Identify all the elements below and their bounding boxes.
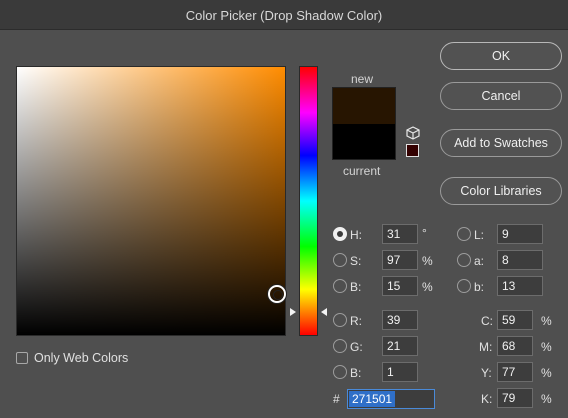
green-input[interactable]: 21 <box>382 336 418 356</box>
hue-slider[interactable] <box>299 66 318 336</box>
brightness-input[interactable]: 15 <box>382 276 418 296</box>
hue-input[interactable]: 31 <box>382 224 418 244</box>
only-web-colors-label[interactable]: Only Web Colors <box>34 351 128 365</box>
black-label: K: <box>481 392 493 406</box>
brightness-radio[interactable] <box>333 279 347 293</box>
lab-a-radio[interactable] <box>457 253 471 267</box>
cancel-button[interactable]: Cancel <box>440 82 562 110</box>
hue-slider-right-handle[interactable] <box>321 308 327 316</box>
hue-unit: ° <box>422 226 427 240</box>
current-color-swatch[interactable] <box>332 124 396 160</box>
saturation-radio[interactable] <box>333 253 347 267</box>
websafe-color-swatch[interactable] <box>406 144 419 157</box>
magenta-label: M: <box>479 340 493 354</box>
color-libraries-button[interactable]: Color Libraries <box>440 177 562 205</box>
blue-label: B: <box>350 366 362 380</box>
hex-label: # <box>333 392 340 406</box>
window-title: Color Picker (Drop Shadow Color) <box>185 8 383 23</box>
cyan-label: C: <box>481 314 493 328</box>
lab-a-label: a: <box>474 254 485 268</box>
lab-b-input[interactable]: 13 <box>497 276 543 296</box>
new-color-swatch <box>332 87 396 124</box>
color-field[interactable] <box>16 66 286 336</box>
yellow-input[interactable]: 77 <box>497 362 533 382</box>
hue-radio[interactable] <box>333 227 347 241</box>
lightness-input[interactable]: 9 <box>497 224 543 244</box>
brightness-unit: % <box>422 280 433 294</box>
saturation-unit: % <box>422 254 433 268</box>
current-label: current <box>343 164 381 178</box>
saturation-input[interactable]: 97 <box>382 250 418 270</box>
add-to-swatches-button[interactable]: Add to Swatches <box>440 129 562 157</box>
title-bar: Color Picker (Drop Shadow Color) <box>0 0 568 30</box>
lightness-radio[interactable] <box>457 227 471 241</box>
cyan-input[interactable]: 59 <box>497 310 533 330</box>
red-label: R: <box>350 314 362 328</box>
yellow-unit: % <box>541 366 552 380</box>
green-radio[interactable] <box>333 339 347 353</box>
only-web-colors-checkbox[interactable] <box>16 352 28 364</box>
ok-button[interactable]: OK <box>440 42 562 70</box>
cube-icon[interactable] <box>406 126 420 140</box>
red-input[interactable]: 39 <box>382 310 418 330</box>
red-radio[interactable] <box>333 313 347 327</box>
yellow-label: Y: <box>481 366 492 380</box>
color-field-marker[interactable] <box>268 285 286 303</box>
black-unit: % <box>541 392 552 406</box>
cyan-unit: % <box>541 314 552 328</box>
magenta-unit: % <box>541 340 552 354</box>
magenta-input[interactable]: 68 <box>497 336 533 356</box>
blue-radio[interactable] <box>333 365 347 379</box>
lab-b-label: b: <box>474 280 485 294</box>
hue-slider-left-handle[interactable] <box>290 308 296 316</box>
hue-label: H: <box>350 228 362 242</box>
lightness-label: L: <box>474 228 485 242</box>
lab-b-radio[interactable] <box>457 279 471 293</box>
saturation-label: S: <box>350 254 362 268</box>
green-label: G: <box>350 340 363 354</box>
blue-input[interactable]: 1 <box>382 362 418 382</box>
hex-input-value: 271501 <box>349 391 396 407</box>
new-label: new <box>351 72 374 86</box>
hex-input[interactable]: 271501 <box>347 389 435 409</box>
brightness-label: B: <box>350 280 362 294</box>
lab-a-input[interactable]: 8 <box>497 250 543 270</box>
black-input[interactable]: 79 <box>497 388 533 408</box>
